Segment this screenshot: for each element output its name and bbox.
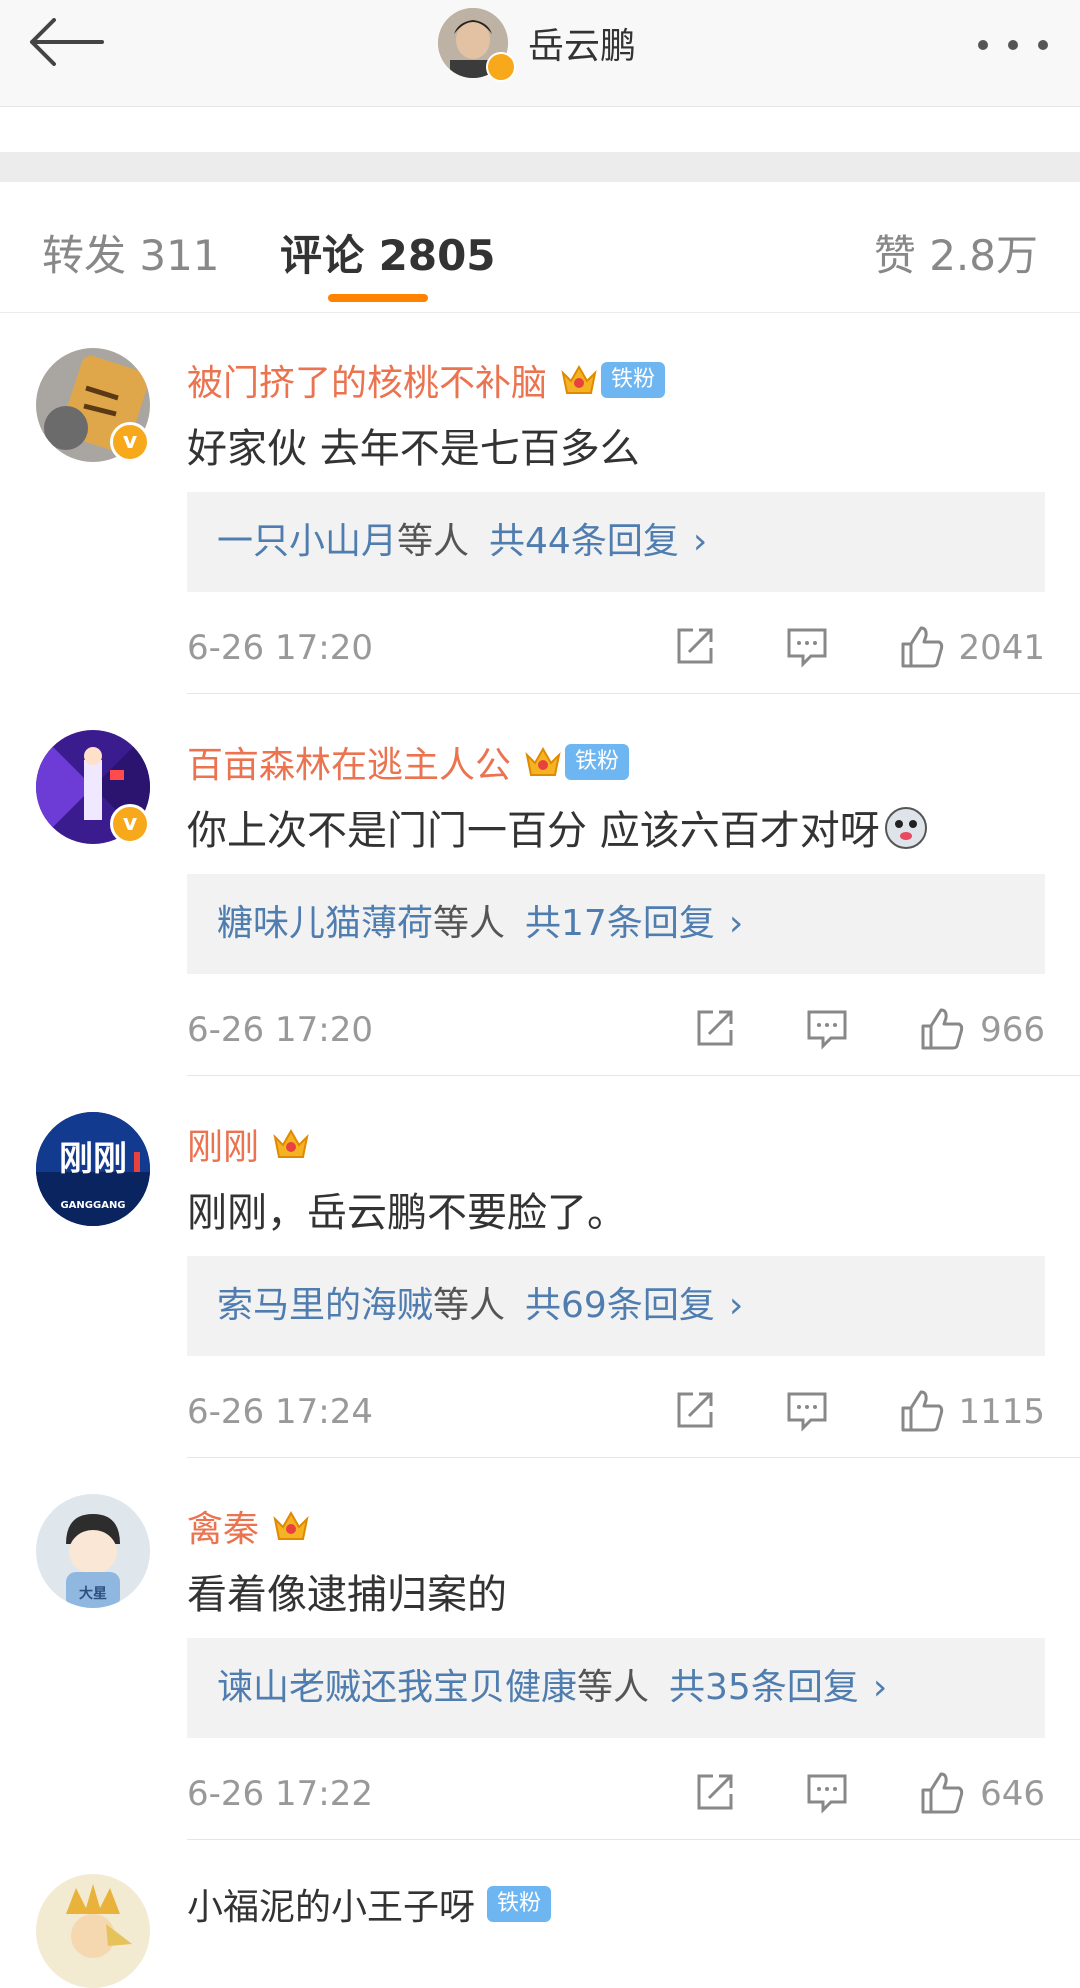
fan-badge: 铁粉 [487, 1886, 552, 1922]
timestamp: 6-26 17:20 [187, 1010, 373, 1050]
share-icon[interactable] [693, 1006, 737, 1050]
comment-author[interactable]: 被门挤了的核桃不补脑 铁粉 [187, 354, 666, 406]
reply-count: 共35条回复 [669, 1667, 859, 1708]
page-title: 岳云鹏 [528, 26, 637, 67]
avatar-shirt-text: 大星 [79, 1585, 107, 1602]
comment-meta: 6-26 17:20 2041 [187, 618, 1045, 678]
like-count: 2041 [958, 628, 1045, 668]
divider [187, 693, 1080, 694]
replies-link[interactable]: 一只小山月等人 共44条回复 › [187, 492, 1045, 592]
replies-link[interactable]: 索马里的海贼等人 共69条回复 › [187, 1256, 1045, 1356]
like-count: 966 [980, 1010, 1045, 1050]
comment-meta: 6-26 17:20 966 [187, 1000, 1045, 1060]
crown-icon [525, 746, 561, 776]
reply-user: 一只小山月 [217, 521, 398, 562]
comment-icon[interactable] [785, 624, 829, 668]
replies-link[interactable]: 谏山老贼还我宝贝健康等人 共35条回复 › [187, 1638, 1045, 1738]
comment-author[interactable]: 禽秦 [187, 1500, 311, 1552]
tab-likes[interactable]: 赞 2.8万 [874, 222, 1038, 283]
replies-link[interactable]: 糖味儿猫薄荷等人 共17条回复 › [187, 874, 1045, 974]
comment-text: 好家伙 去年不是七百多么 [187, 426, 640, 472]
thumbs-up-icon[interactable] [919, 1006, 965, 1052]
comment-author[interactable]: 小福泥的小王子呀 铁粉 [187, 1878, 552, 1930]
tab-bar: 转发 311 评论 2805 赞 2.8万 [0, 182, 1080, 313]
author-name: 禽秦 [187, 1509, 260, 1550]
fan-badge: 铁粉 [565, 744, 630, 780]
author-name: 被门挤了的核桃不补脑 [187, 363, 548, 404]
comment-icon[interactable] [805, 1006, 849, 1050]
tab-repost[interactable]: 转发 311 [42, 222, 220, 283]
comment-icon[interactable] [805, 1770, 849, 1814]
thumbs-up-icon[interactable] [919, 1770, 965, 1816]
like-count: 646 [980, 1774, 1045, 1814]
reply-user: 糖味儿猫薄荷 [217, 903, 434, 944]
divider [187, 1457, 1080, 1458]
divider [187, 1839, 1080, 1840]
chevron-right-icon: › [692, 521, 708, 562]
reply-count: 共17条回复 [525, 903, 715, 944]
section-divider [0, 152, 1080, 182]
avatar[interactable] [36, 1874, 150, 1988]
back-arrow-icon[interactable] [28, 18, 104, 66]
verified-icon: v [110, 422, 150, 462]
reply-count: 共69条回复 [525, 1285, 715, 1326]
chevron-right-icon: › [728, 1285, 744, 1326]
tab-comments[interactable]: 评论 2805 [280, 222, 496, 283]
fan-badge: 铁粉 [601, 362, 666, 398]
comment-text: 你上次不是门门一百分 应该六百才对呀 [187, 798, 928, 856]
comment-meta: 6-26 17:24 1115 [187, 1382, 1045, 1442]
share-icon[interactable] [693, 1770, 737, 1814]
comment-text: 刚刚，岳云鹏不要脸了。 [187, 1190, 627, 1236]
comment-text-body: 你上次不是门门一百分 应该六百才对呀 [187, 808, 880, 854]
comment-icon[interactable] [785, 1388, 829, 1432]
author-name: 百亩森林在逃主人公 [187, 745, 512, 786]
timestamp: 6-26 17:22 [187, 1774, 373, 1814]
reply-user: 谏山老贼还我宝贝健康 [217, 1667, 578, 1708]
share-icon[interactable] [673, 624, 717, 668]
more-icon[interactable] [978, 40, 1048, 52]
crown-icon [273, 1510, 309, 1540]
comment-author[interactable]: 刚刚 [187, 1118, 311, 1170]
reply-user: 索马里的海贼 [217, 1285, 434, 1326]
verified-icon: v [110, 804, 150, 844]
timestamp: 6-26 17:20 [187, 628, 373, 668]
comment-text: 看着像逮捕归案的 [187, 1572, 507, 1618]
comment-author[interactable]: 百亩森林在逃主人公 铁粉 [187, 736, 630, 788]
avatar[interactable]: 大星 [36, 1494, 150, 1608]
avatar[interactable]: 刚刚 GANGGANG [36, 1112, 150, 1226]
divider [187, 1075, 1080, 1076]
avatar-logo-text: 刚刚 [59, 1139, 127, 1179]
thumbs-up-icon[interactable] [899, 1388, 945, 1434]
comment-meta: 6-26 17:22 646 [187, 1764, 1045, 1824]
like-count: 1115 [958, 1392, 1045, 1432]
reply-suffix: 等人 [577, 1667, 650, 1708]
chevron-right-icon: › [872, 1667, 888, 1708]
chevron-right-icon: › [728, 903, 744, 944]
top-bar: 岳云鹏 [0, 0, 1080, 107]
timestamp: 6-26 17:24 [187, 1392, 373, 1432]
reply-suffix: 等人 [397, 521, 470, 562]
avatar-logo-subtext: GANGGANG [60, 1200, 125, 1211]
spacer [0, 107, 1080, 152]
husky-emoji-icon [884, 807, 927, 849]
active-tab-indicator [328, 294, 428, 302]
thumbs-up-icon[interactable] [899, 624, 945, 670]
post-owner[interactable]: 岳云鹏 [438, 8, 636, 78]
verified-icon [486, 52, 516, 82]
crown-icon [561, 364, 597, 394]
crown-icon [273, 1128, 309, 1158]
reply-suffix: 等人 [433, 903, 506, 944]
share-icon[interactable] [673, 1388, 717, 1432]
reply-count: 共44条回复 [489, 521, 679, 562]
author-name: 刚刚 [187, 1127, 260, 1168]
author-name: 小福泥的小王子呀 [187, 1887, 476, 1928]
reply-suffix: 等人 [433, 1285, 506, 1326]
